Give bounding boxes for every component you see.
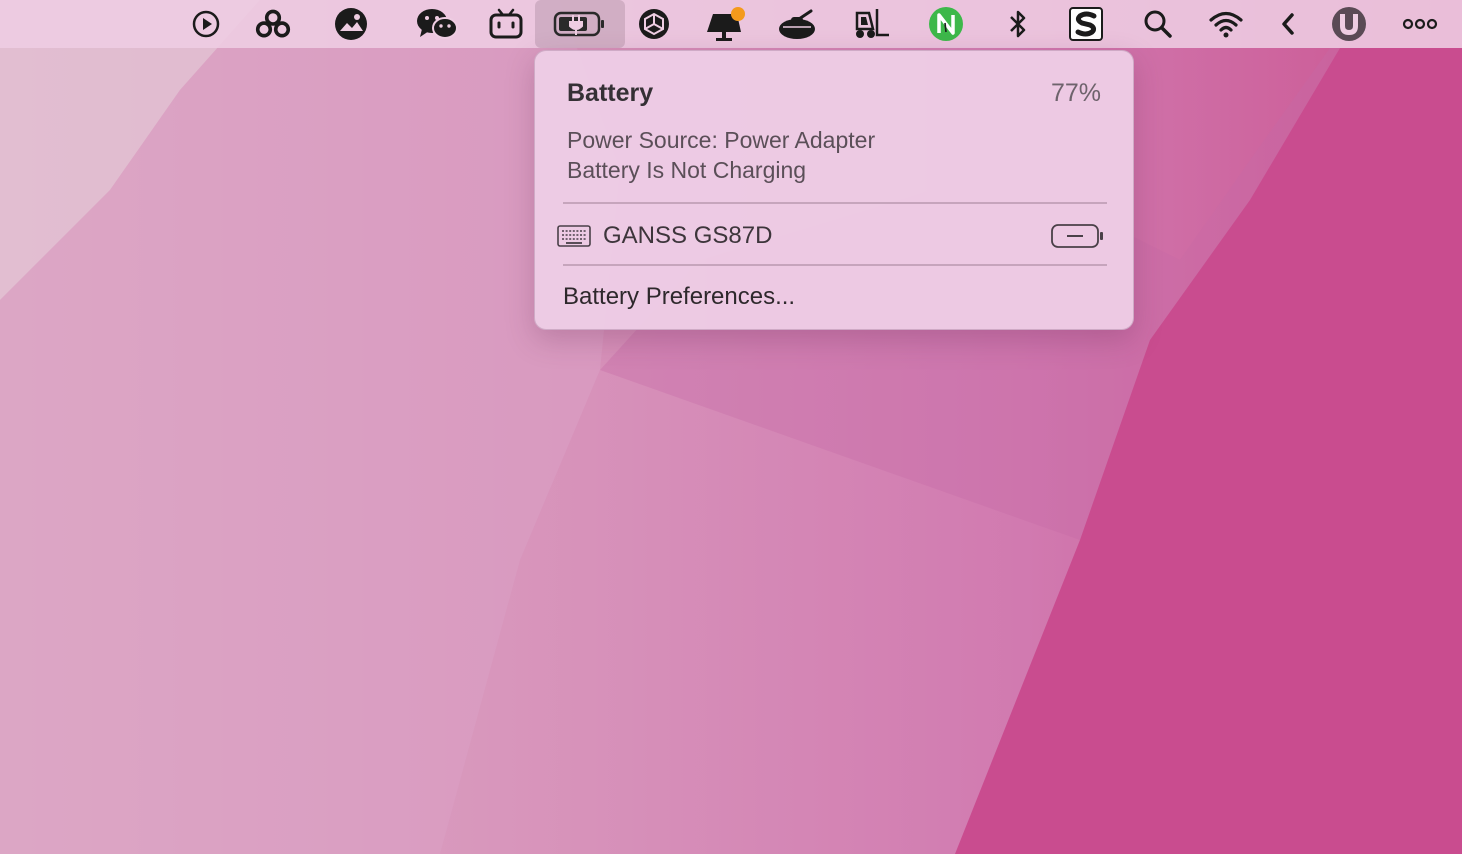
- tank-icon[interactable]: [776, 6, 818, 42]
- n-app-icon[interactable]: [928, 6, 964, 42]
- more-dots-icon[interactable]: [1400, 6, 1440, 42]
- battery-menu-title: Battery: [567, 79, 654, 107]
- battery-menu: Battery 77% Power Source: Power Adapter …: [534, 50, 1134, 330]
- wechat-icon[interactable]: [415, 6, 459, 42]
- image-viewer-icon[interactable]: [333, 6, 369, 42]
- charging-status-text: Battery Is Not Charging: [567, 157, 807, 183]
- bluetooth-icon[interactable]: [1000, 6, 1036, 42]
- menu-bar: [0, 0, 1462, 48]
- cloud-rings-icon[interactable]: [255, 6, 291, 42]
- search-icon[interactable]: [1140, 6, 1176, 42]
- battery-preferences-item[interactable]: Battery Preferences...: [563, 283, 795, 311]
- menu-separator: [563, 202, 1107, 204]
- battery-charging-icon: [553, 11, 604, 37]
- forklift-icon[interactable]: [850, 6, 892, 42]
- shield-u-icon[interactable]: [1331, 6, 1367, 42]
- device-row-keyboard[interactable]: GANSS GS87D: [557, 216, 1107, 256]
- unity-cube-icon[interactable]: [636, 6, 672, 42]
- notification-monitor-icon[interactable]: [704, 6, 748, 42]
- battery-percent: 77%: [1050, 79, 1101, 107]
- device-battery-icon: [1051, 224, 1103, 248]
- play-circle-icon[interactable]: [188, 6, 224, 42]
- keyboard-icon: [557, 225, 591, 247]
- s-app-icon[interactable]: [1068, 6, 1104, 42]
- chevron-left-icon[interactable]: [1270, 6, 1306, 42]
- battery-status-button[interactable]: [535, 0, 625, 48]
- device-name: GANSS GS87D: [603, 222, 773, 249]
- power-source-text: Power Source: Power Adapter: [567, 127, 876, 153]
- menu-separator: [563, 264, 1107, 266]
- wifi-icon[interactable]: [1208, 6, 1244, 42]
- bilibili-tv-icon[interactable]: [488, 6, 524, 42]
